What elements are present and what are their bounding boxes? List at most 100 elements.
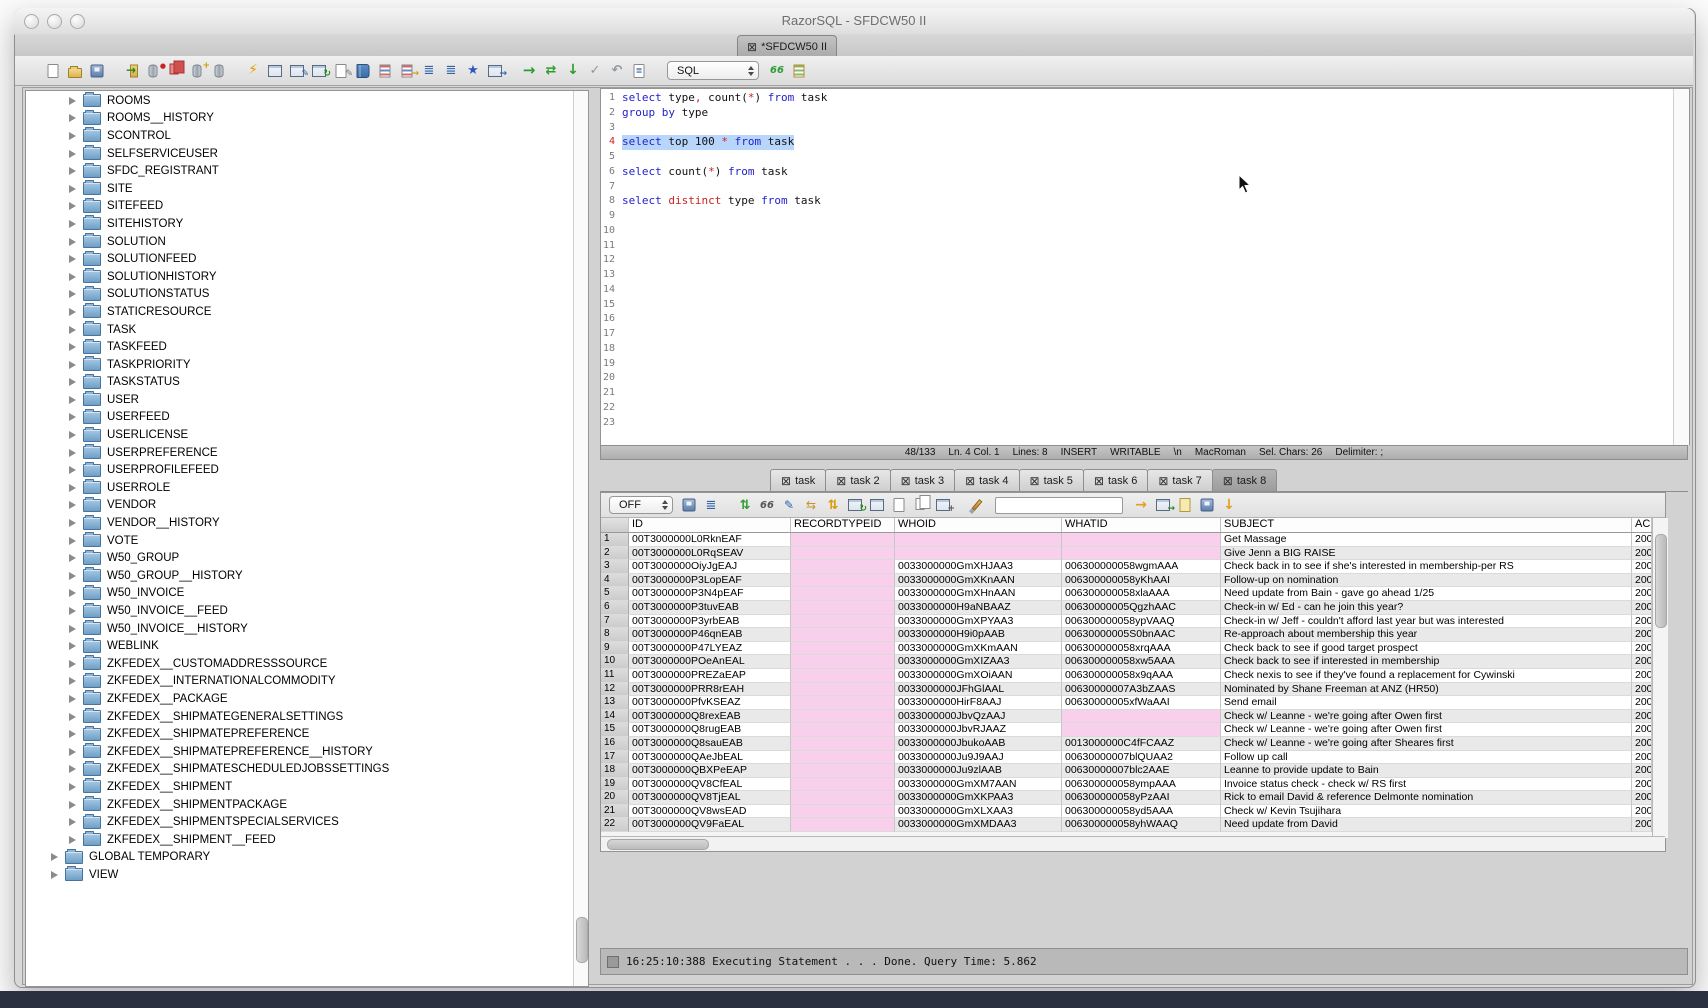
tree-item[interactable]: VOTE [26,532,573,550]
table-cell[interactable]: 0033000000GmXLXAA3 [895,805,1062,819]
table-cell[interactable]: 00630000005S0bnAAC [1062,628,1221,642]
save-icon[interactable] [89,62,105,79]
tree-item[interactable]: SELFSERVICEUSER [26,145,573,163]
table-cell[interactable]: 0033000000GmXM7AAN [895,778,1062,792]
result-tab[interactable]: ⊠task 3 [890,469,955,491]
tree-item[interactable]: SFDC_REGISTRANT [26,162,573,180]
table-cell[interactable]: 006300000058yPzAAI [1062,791,1221,805]
table-cell[interactable]: 0033000000GmXMDAA3 [895,818,1062,832]
table-row[interactable]: 1000T3000000POeAnEAL0033000000GmXIZAA300… [601,655,1652,669]
commit-icon[interactable]: ✓ [587,62,603,79]
table-cell[interactable]: Check w/ Leanne - we're going after Owen… [1221,710,1632,724]
table-cell[interactable] [791,601,895,615]
table-cell[interactable]: 00T3000000L0RknEAF [629,533,791,547]
disclosure-triangle-icon[interactable] [69,783,76,791]
editor-vertical-scrollbar[interactable] [1673,89,1689,445]
disclosure-triangle-icon[interactable] [69,713,76,721]
row-number-cell[interactable]: 11 [601,669,629,683]
find-occurrences-icon[interactable]: 66 [769,62,785,79]
disclosure-triangle-icon[interactable] [69,642,76,650]
tree-item[interactable]: GLOBAL TEMPORARY [26,849,573,867]
table-cell[interactable]: 200 [1632,818,1652,832]
table-cell[interactable] [791,533,895,547]
tree-item[interactable]: ZKFEDEX__PACKAGE [26,690,573,708]
tree-item[interactable]: TASKFEED [26,338,573,356]
disclosure-triangle-icon[interactable] [69,238,76,246]
table-cell[interactable]: 0033000000JbukoAAB [895,737,1062,751]
row-number-cell[interactable]: 22 [601,818,629,832]
table-row[interactable]: 500T3000000P3N4pEAF0033000000GmXHnAAN006… [601,587,1652,601]
table-cell[interactable]: 0033000000Ju9J9AAJ [895,751,1062,765]
table-cell[interactable]: 006300000058yhWAAQ [1062,818,1221,832]
table-cell[interactable]: 00T3000000P3N4pEAF [629,587,791,601]
disclosure-triangle-icon[interactable] [69,202,76,210]
table-cell[interactable] [791,669,895,683]
row-number-cell[interactable]: 9 [601,642,629,656]
database-icon[interactable] [211,62,227,79]
table-cell[interactable]: 200 [1632,560,1652,574]
disclosure-triangle-icon[interactable] [69,818,76,826]
table-cell[interactable]: 006300000058ympAAA [1062,778,1221,792]
execute-all-icon[interactable]: ⇄ [543,62,559,79]
tree-item[interactable]: ZKFEDEX__SHIPMATEPREFERENCE [26,725,573,743]
disclosure-triangle-icon[interactable] [69,554,76,562]
disclosure-triangle-icon[interactable] [69,114,76,122]
table-cell[interactable]: 200 [1632,615,1652,629]
table-cell[interactable] [1062,547,1221,561]
row-number-cell[interactable]: 2 [601,547,629,561]
table-cell[interactable]: 200 [1632,696,1652,710]
row-number-cell[interactable]: 16 [601,737,629,751]
form-view-icon[interactable] [869,497,885,514]
new-database-icon[interactable]: + [189,62,205,79]
table-cell[interactable] [791,642,895,656]
table-cell[interactable]: 0033000000GmXKPAA3 [895,791,1062,805]
table-cell[interactable]: Follow-up on nomination [1221,574,1632,588]
table-cell[interactable] [791,723,895,737]
tree-item[interactable]: USER [26,391,573,409]
row-number-cell[interactable]: 4 [601,574,629,588]
table-cell[interactable]: Check back in to see if she's interested… [1221,560,1632,574]
sort-icon[interactable]: ⇅ [825,497,841,514]
table-cell[interactable]: 00T3000000P47LYEAZ [629,642,791,656]
disclosure-triangle-icon[interactable] [69,167,76,175]
table-cell[interactable] [791,764,895,778]
table-row[interactable]: 200T3000000L0RqSEAVGive Jenn a BIG RAISE… [601,547,1652,561]
tree-item[interactable]: ZKFEDEX__CUSTOMADDRESSSOURCE [26,655,573,673]
tab-close-icon[interactable]: ⊠ [1223,475,1233,487]
tree-item[interactable]: STATICRESOURCE [26,303,573,321]
disclosure-triangle-icon[interactable] [69,801,76,809]
table-cell[interactable] [791,615,895,629]
table-cell[interactable]: 006300000058ypVAAQ [1062,615,1221,629]
help-book-icon[interactable] [355,62,371,79]
notes-icon[interactable] [1177,497,1193,514]
generate-ddl-icon[interactable]: ✎ [333,62,349,79]
row-limit-dropdown[interactable]: OFF [609,496,673,514]
row-number-cell[interactable]: 3 [601,560,629,574]
row-number-cell[interactable]: 19 [601,778,629,792]
table-cell[interactable]: 006300000058yKhAAI [1062,574,1221,588]
table-cell[interactable]: Send email [1221,696,1632,710]
table-cell[interactable]: 0033000000GmXIZAA3 [895,655,1062,669]
table-cell[interactable]: 00T3000000QV8CfEAL [629,778,791,792]
table-cell[interactable]: 00T3000000OiyJgEAJ [629,560,791,574]
table-cell[interactable] [1062,710,1221,724]
disclosure-triangle-icon[interactable] [69,607,76,615]
table-cell[interactable]: 00T3000000P3yrbEAB [629,615,791,629]
tree-item[interactable]: TASKSTATUS [26,374,573,392]
table-cell[interactable]: 0033000000H9i0pAAB [895,628,1062,642]
disclosure-triangle-icon[interactable] [69,537,76,545]
grid-header-rownum[interactable] [601,518,629,532]
table-cell[interactable]: 0013000000C4fFCAAZ [1062,737,1221,751]
table-cell[interactable] [791,547,895,561]
tree-item[interactable]: ZKFEDEX__SHIPMATEPREFERENCE__HISTORY [26,743,573,761]
tree-item[interactable]: SITEHISTORY [26,215,573,233]
tree-item[interactable]: VENDOR__HISTORY [26,514,573,532]
table-cell[interactable] [791,587,895,601]
table-cell[interactable]: 200 [1632,791,1652,805]
table-cell[interactable]: Need update from Bain - gave go ahead 1/… [1221,587,1632,601]
table-cell[interactable]: 00630000007blc2AAE [1062,764,1221,778]
table-row[interactable]: 700T3000000P3yrbEAB0033000000GmXPYAA3006… [601,615,1652,629]
tab-close-icon[interactable]: ⊠ [1158,475,1168,487]
favorites-star-icon[interactable]: ★ [465,62,481,79]
table-row[interactable]: 400T3000000P3LopEAF0033000000GmXKnAAN006… [601,574,1652,588]
